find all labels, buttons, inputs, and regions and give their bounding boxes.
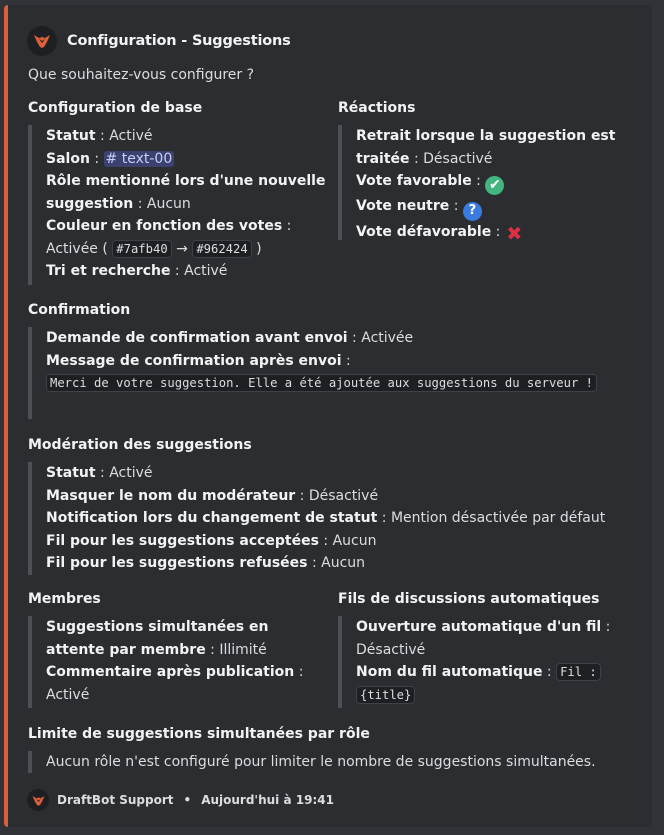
field-fils: Ouverture automatique d'un fil : Désacti… xyxy=(338,616,618,708)
field-title-membres: Membres xyxy=(28,591,101,607)
confirmation-message: Message de confirmation après envoi : xyxy=(46,352,351,369)
base-tri: Tri et recherche : Activé xyxy=(46,263,228,279)
field-limite: Aucun rôle n'est configuré pour limiter … xyxy=(28,751,638,773)
base-couleur: Couleur en fonction des votes : xyxy=(46,218,292,234)
field-membres: Suggestions simultanées en attente par m… xyxy=(28,616,318,708)
field-reactions: Retrait lorsque la suggestion est traité… xyxy=(338,125,628,245)
membres-simultanees: Suggestions simultanées en attente par m… xyxy=(46,619,269,658)
moderation-masquer: Masquer le nom du modérateur : Désactivé xyxy=(46,487,379,504)
reactions-defavorable: Vote défavorable : ✖ xyxy=(356,222,523,245)
embed-author: Configuration - Suggestions xyxy=(27,26,291,56)
base-role: Rôle mentionné lors d'une nouvelle sugge… xyxy=(46,173,326,212)
field-title-limite: Limite de suggestions simultanées par rô… xyxy=(28,726,370,742)
reactions-retrait: Retrait lorsque la suggestion est traité… xyxy=(356,128,616,167)
field-title-reactions: Réactions xyxy=(338,100,416,116)
field-title-base: Configuration de base xyxy=(28,100,203,116)
suggestions-config-embed: Configuration - Suggestions Que souhaite… xyxy=(4,5,652,827)
draftbot-logo-icon xyxy=(27,26,57,56)
reactions-neutre: Vote neutre : ? xyxy=(356,195,628,221)
footer-name: DraftBot Support xyxy=(57,793,174,807)
fils-ouverture: Ouverture automatique d'un fil : Désacti… xyxy=(356,619,611,658)
footer-separator: • xyxy=(183,793,192,807)
footer-timestamp: Aujourd'hui à 19:41 xyxy=(201,793,334,807)
moderation-notif: Notification lors du changement de statu… xyxy=(46,510,606,526)
fils-nom: Nom du fil automatique : Fil : {title} xyxy=(356,661,618,706)
moderation-fil-acceptees: Fil pour les suggestions acceptées : Auc… xyxy=(46,532,377,549)
field-title-moderation: Modération des suggestions xyxy=(28,437,252,453)
field-title-confirmation: Confirmation xyxy=(28,302,131,318)
confirmation-message-code: Merci de votre suggestion. Elle a été aj… xyxy=(46,374,597,392)
confirmation-demande: Demande de confirmation avant envoi : Ac… xyxy=(46,330,414,346)
draftbot-footer-logo-icon xyxy=(27,789,49,811)
color-to-code: #962424 xyxy=(192,239,252,258)
base-salon: Salon : # text-00 xyxy=(46,150,175,167)
embed-title: Configuration - Suggestions xyxy=(67,33,291,49)
reactions-favorable: Vote favorable : ✔ xyxy=(356,170,628,195)
cross-mark-icon: ✖ xyxy=(506,222,523,245)
base-statut: Statut : Activé xyxy=(46,128,153,144)
limite-text: Aucun rôle n'est configuré pour limiter … xyxy=(46,754,596,770)
field-moderation: Statut : Activé Masquer le nom du modéra… xyxy=(28,462,633,575)
question-mark-icon: ? xyxy=(462,201,482,221)
field-confirmation: Demande de confirmation avant envoi : Ac… xyxy=(28,327,633,419)
color-from-code: #7afb40 xyxy=(112,239,172,258)
field-base: Statut : Activé Salon : # text-00 Rôle m… xyxy=(28,125,328,285)
membres-commentaire: Commentaire après publication : Activé xyxy=(46,664,304,703)
field-title-fils: Fils de discussions automatiques xyxy=(338,591,600,607)
embed-description: Que souhaitez-vous configurer ? xyxy=(28,67,255,83)
base-couleur-value: Activée ( #7afb40 → #962424 ) xyxy=(46,239,262,258)
embed-footer: DraftBot Support • Aujourd'hui à 19:41 xyxy=(27,789,334,811)
moderation-fil-refusees: Fil pour les suggestions refusées : Aucu… xyxy=(46,555,366,571)
channel-mention[interactable]: # text-00 xyxy=(103,150,175,167)
check-mark-icon: ✔ xyxy=(485,175,505,195)
moderation-statut: Statut : Activé xyxy=(46,465,153,481)
